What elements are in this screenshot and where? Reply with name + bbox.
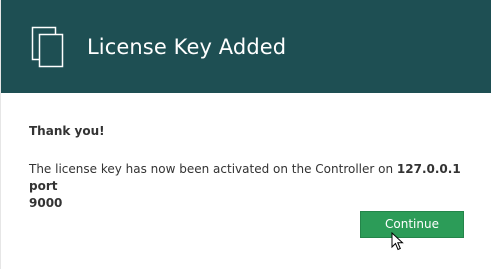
dialog-title: License Key Added	[87, 35, 287, 59]
controller-port-label: port	[29, 179, 58, 193]
license-key-added-dialog: License Key Added Thank you! The license…	[0, 0, 491, 269]
message-prefix: The license key has now been activated o…	[29, 162, 397, 176]
dialog-body: Thank you! The license key has now been …	[1, 93, 491, 269]
documents-icon	[31, 26, 64, 68]
dialog-header: License Key Added	[1, 0, 491, 93]
controller-port: 9000	[29, 196, 63, 210]
controller-host: 127.0.0.1	[396, 162, 461, 176]
greeting-text: Thank you!	[29, 124, 105, 138]
mouse-pointer-icon	[391, 232, 404, 251]
continue-button[interactable]: Continue	[360, 211, 464, 238]
activation-message: The license key has now been activated o…	[29, 161, 469, 212]
